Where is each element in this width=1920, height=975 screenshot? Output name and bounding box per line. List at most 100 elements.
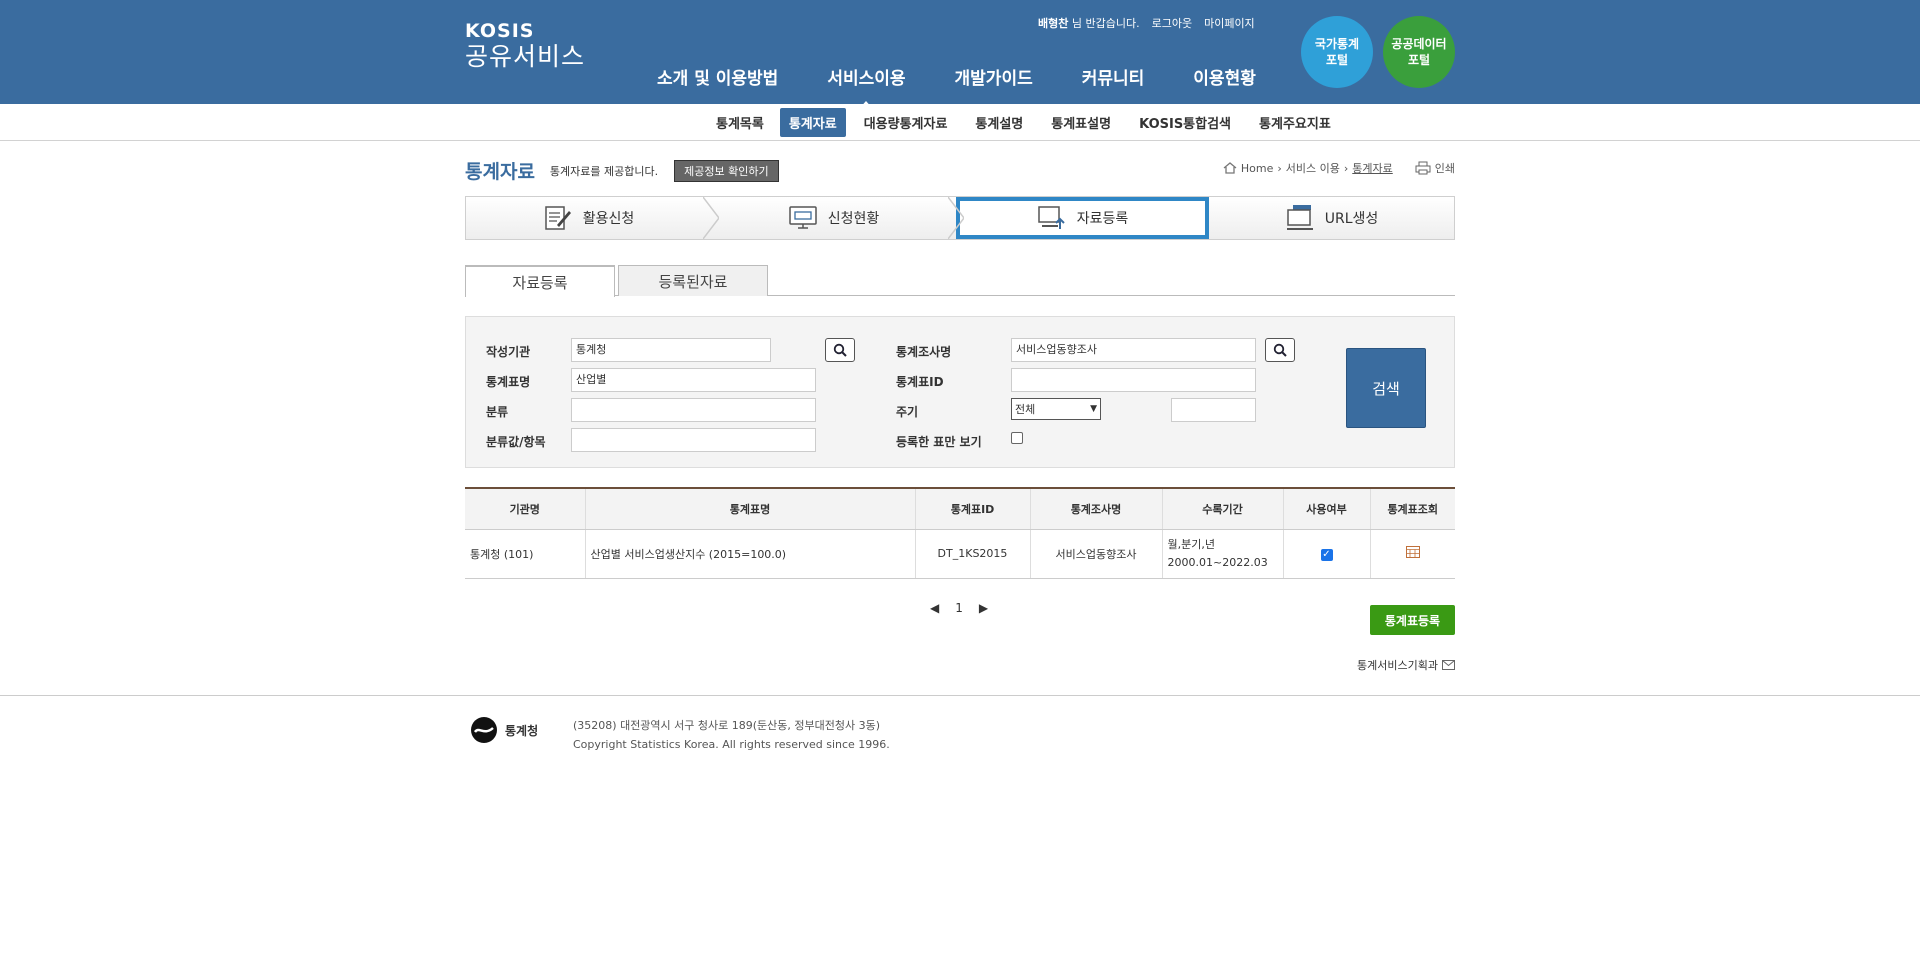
search-panel: 작성기관 통계청 통계조사명 서비스업동향조사 통계표명 산업별 통계표ID 분… xyxy=(465,316,1455,468)
sub-menu: 통계목록 통계자료 대용량통계자료 통계설명 통계표설명 KOSIS통합검색 통… xyxy=(0,104,1920,141)
org-input[interactable]: 통계청 xyxy=(571,338,771,362)
print-button[interactable]: 인쇄 xyxy=(1415,160,1455,176)
step-url[interactable]: URL생성 xyxy=(1209,197,1454,239)
table-id-label: 통계표ID xyxy=(896,375,944,389)
submenu-key-indicators[interactable]: 통계주요지표 xyxy=(1259,109,1331,136)
cycle-select[interactable]: 전체 ▼ xyxy=(1011,398,1101,420)
main-menu: 소개 및 이용방법 서비스이용 개발가이드 커뮤니티 이용현황 xyxy=(657,64,1305,109)
col-table-id: 통계표ID xyxy=(914,487,1030,530)
search-icon xyxy=(833,343,847,357)
prev-page-icon[interactable]: ◀ xyxy=(930,601,939,615)
utility-links: 배형찬 님 반갑습니다. 로그아웃 마이페이지 xyxy=(1038,15,1255,31)
cell-survey: 서비스업동향조사 xyxy=(1029,529,1162,579)
class-item-input[interactable] xyxy=(571,428,816,452)
upload-computer-icon xyxy=(1037,206,1065,229)
submenu-stat-desc[interactable]: 통계설명 xyxy=(975,109,1023,136)
footer-address-block: (35208) 대전광역시 서구 청사로 189(둔산동, 정부대전청사 3동)… xyxy=(573,716,890,754)
survey-search-button[interactable] xyxy=(1265,338,1295,362)
table-view-icon[interactable] xyxy=(1405,546,1420,558)
cycle-extra-input[interactable] xyxy=(1171,398,1256,422)
printer-icon xyxy=(1415,161,1431,175)
step-status-label: 신청현황 xyxy=(827,211,880,227)
page-title-area: 통계자료 통계자료를 제공합니다. 제공정보 확인하기 xyxy=(465,157,779,184)
cell-use: ✓ xyxy=(1282,529,1370,579)
breadcrumb-current: 통계자료 xyxy=(1352,162,1393,175)
home-icon xyxy=(1223,162,1237,174)
submenu-stat-list[interactable]: 통계목록 xyxy=(716,109,764,136)
step-register[interactable]: 자료등록 xyxy=(956,197,1209,239)
use-checkbox[interactable]: ✓ xyxy=(1320,548,1333,561)
col-table-name: 통계표명 xyxy=(584,487,915,530)
menu-intro[interactable]: 소개 및 이용방법 xyxy=(657,64,778,89)
menu-usage[interactable]: 이용현황 xyxy=(1193,64,1256,89)
table-id-input[interactable] xyxy=(1011,368,1256,392)
url-computer-icon xyxy=(1286,205,1313,230)
step-url-label: URL생성 xyxy=(1324,211,1379,227)
page-description: 통계자료를 제공합니다. xyxy=(549,164,659,178)
tab-data-register[interactable]: 자료등록 xyxy=(465,265,615,297)
public-data-portal-button[interactable]: 공공데이터 포털 xyxy=(1383,16,1455,88)
col-view: 통계표조회 xyxy=(1369,487,1455,530)
print-label: 인쇄 xyxy=(1434,162,1455,175)
submenu-integrated-search[interactable]: KOSIS통합검색 xyxy=(1139,109,1231,136)
statistics-korea-emblem-icon xyxy=(471,717,497,743)
monitor-icon xyxy=(788,206,817,229)
tab-registered-data[interactable]: 등록된자료 xyxy=(618,265,768,296)
logout-link[interactable]: 로그아웃 xyxy=(1152,15,1192,31)
form-edit-icon xyxy=(544,206,571,230)
info-check-button[interactable]: 제공정보 확인하기 xyxy=(674,159,779,182)
cycle-value: 전체 xyxy=(1015,403,1036,416)
footer-org-name: 통계청 xyxy=(505,723,539,738)
chevron-right-icon: › xyxy=(1277,161,1282,175)
col-org: 기관명 xyxy=(465,487,585,530)
cycle-label: 주기 xyxy=(896,405,919,419)
menu-service[interactable]: 서비스이용 xyxy=(827,64,906,109)
survey-input[interactable]: 서비스업동향조사 xyxy=(1011,338,1256,362)
org-search-button[interactable] xyxy=(825,338,855,362)
search-button[interactable]: 검색 xyxy=(1346,348,1426,428)
class-item-label: 분류값/항목 xyxy=(486,435,546,449)
class-input[interactable] xyxy=(571,398,816,422)
footer-divider xyxy=(0,695,1920,696)
logo-bottom-text: 공유서비스 xyxy=(465,42,586,71)
chevron-right-icon: › xyxy=(1343,161,1349,175)
mypage-link[interactable]: 마이페이지 xyxy=(1204,15,1255,31)
page-number[interactable]: 1 xyxy=(955,601,963,615)
submenu-bulk-data[interactable]: 대용량통계자료 xyxy=(864,109,948,136)
step-apply[interactable]: 활용신청 xyxy=(466,197,719,239)
cell-org: 통계청 (101) xyxy=(465,529,585,579)
cell-table-name: 산업별 서비스업생산지수 (2015=100.0) xyxy=(584,529,915,579)
tab-bar: 자료등록 등록된자료 xyxy=(465,265,1455,297)
registered-only-checkbox[interactable] xyxy=(1011,432,1023,444)
registered-only-label: 등록한 표만 보기 xyxy=(896,435,982,449)
cell-table-id: DT_1KS2015 xyxy=(914,529,1030,579)
footer-address: (35208) 대전광역시 서구 청사로 189(둔산동, 정부대전청사 3동) xyxy=(573,719,881,732)
next-page-icon[interactable]: ▶ xyxy=(979,601,988,615)
table-row: 통계청 (101) 산업별 서비스업생산지수 (2015=100.0) DT_1… xyxy=(465,529,1455,579)
kosis-portal-button[interactable]: 국가통계 포털 xyxy=(1301,16,1373,88)
cell-period: 월,분기,년 2000.01~2022.03 xyxy=(1161,529,1283,579)
step-status[interactable]: 신청현황 xyxy=(711,197,964,239)
portal2-label: 공공데이터 포털 xyxy=(1391,37,1447,67)
results-table: 기관명 통계표명 통계표ID 통계조사명 수록기간 사용여부 통계표조회 통계청… xyxy=(465,487,1455,579)
pagination: ◀ 1 ▶ xyxy=(930,601,988,615)
register-table-button[interactable]: 통계표등록 xyxy=(1370,605,1455,635)
logo-top-text: KOSIS xyxy=(465,20,535,42)
dept-contact[interactable]: 통계서비스기획과 xyxy=(1357,657,1455,673)
table-name-input[interactable]: 산업별 xyxy=(571,368,816,392)
submenu-stat-data[interactable]: 통계자료 xyxy=(779,108,846,137)
user-name: 배형찬 xyxy=(1038,17,1069,30)
breadcrumb-service[interactable]: 서비스 이용 xyxy=(1286,160,1340,176)
search-icon xyxy=(1273,343,1287,357)
submenu-table-desc[interactable]: 통계표설명 xyxy=(1051,109,1111,136)
breadcrumb-home[interactable]: Home xyxy=(1241,162,1273,175)
portal1-label: 국가통계 포털 xyxy=(1314,37,1360,67)
footer-logo: 통계청 xyxy=(470,716,538,744)
menu-dev-guide[interactable]: 개발가이드 xyxy=(955,64,1033,89)
kosis-logo[interactable]: KOSIS 공유서비스 xyxy=(465,20,585,72)
step-arrow xyxy=(948,197,964,239)
step-apply-label: 활용신청 xyxy=(582,211,635,227)
table-name-label: 통계표명 xyxy=(486,375,531,389)
menu-community[interactable]: 커뮤니티 xyxy=(1082,64,1145,89)
chevron-down-icon: ▼ xyxy=(1090,404,1097,414)
